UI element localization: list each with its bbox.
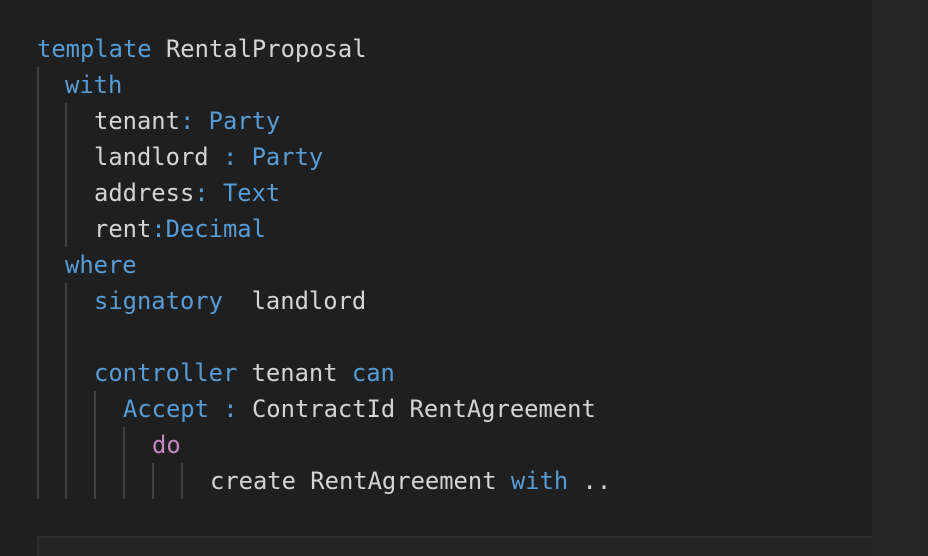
code-token: : [179,107,209,135]
code-token: Text [222,179,281,207]
code-line[interactable]: rent:Decimal [94,211,266,247]
code-token: ContractId RentAgreement [251,395,596,423]
indent-guide [181,463,183,499]
code-token: controller [94,359,238,387]
code-token: landlord [94,143,223,171]
code-token: template [37,35,152,63]
code-token: do [152,431,181,459]
indent-guide [65,103,67,247]
code-line[interactable]: where [65,247,137,283]
code-token: where [65,251,137,279]
indent-guide [37,67,39,499]
code-line[interactable]: signatory landlord [94,283,366,319]
code-line[interactable]: do [152,427,181,463]
code-line[interactable]: create RentAgreement with .. [210,463,611,499]
code-token: with [510,467,569,495]
indent-guide [123,427,125,499]
code-token: : [151,215,166,243]
code-token: Decimal [165,215,266,243]
minimap-panel[interactable] [872,0,928,556]
code-line[interactable]: Accept : ContractId RentAgreement [123,391,596,427]
code-editor[interactable]: template RentalProposal with tenant: Party… [0,0,928,556]
code-line[interactable]: template RentalProposal [37,31,367,67]
code-token: signatory [94,287,223,315]
code-line[interactable]: tenant: Party [94,103,280,139]
code-token: : [222,143,252,171]
code-token: can [351,359,395,387]
code-token: landlord [222,287,367,315]
code-token: Party [208,107,281,135]
code-token: Accept [123,395,209,423]
code-token: : [208,395,252,423]
code-token: create RentAgreement [210,467,511,495]
code-token: with [65,71,123,99]
code-token: : [194,179,223,207]
code-token: RentalProposal [151,35,367,63]
code-token: .. [568,467,612,495]
indent-guide [152,463,154,499]
code-token: Party [251,143,324,171]
code-token: tenant [94,107,180,135]
code-token: rent [94,215,152,243]
bottom-panel [37,536,872,556]
indent-guide [65,283,67,499]
code-line[interactable]: landlord : Party [94,139,323,175]
code-line[interactable]: address: Text [94,175,280,211]
code-token: address [94,179,195,207]
code-line[interactable]: controller tenant can [94,355,395,391]
code-token: tenant [237,359,352,387]
indent-guide [94,391,96,499]
code-line[interactable]: with [65,67,122,103]
